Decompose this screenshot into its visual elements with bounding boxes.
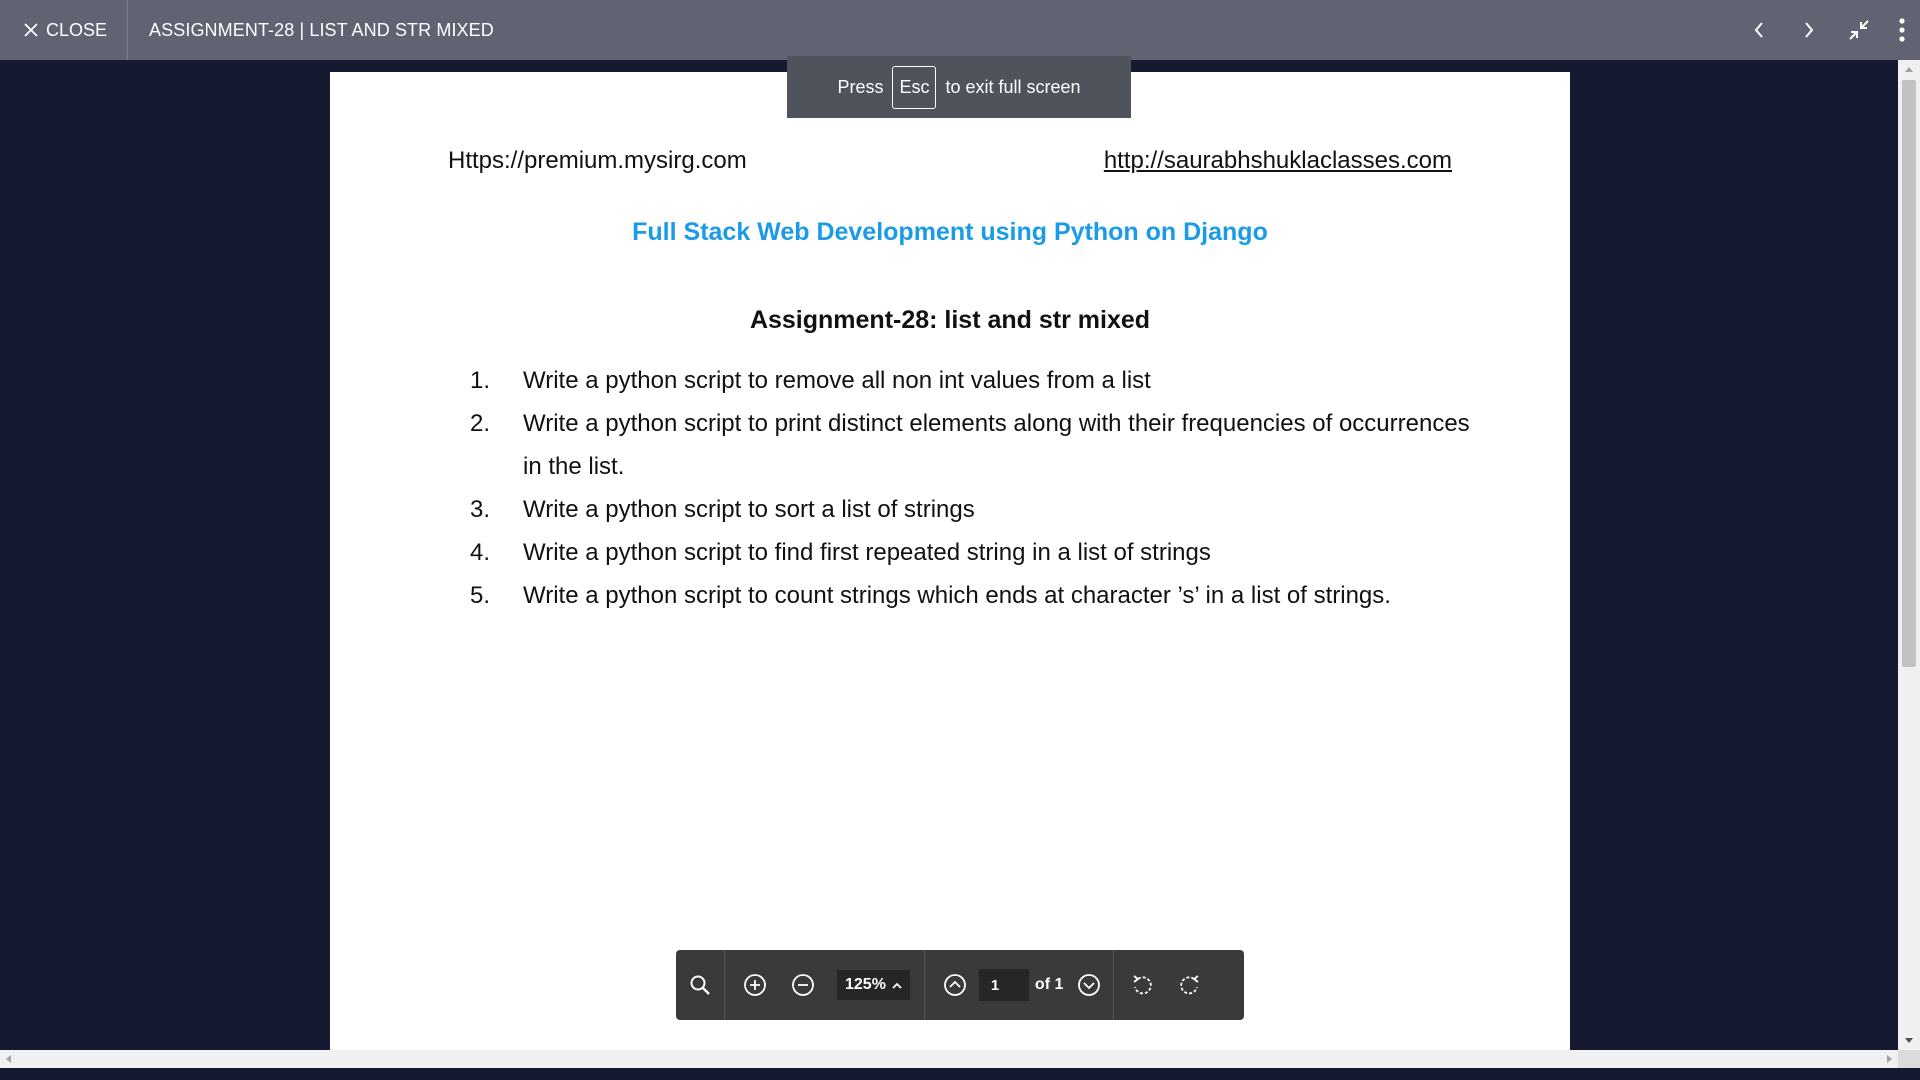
- task-number: 2.: [470, 410, 491, 437]
- zoom-in-icon: [744, 974, 766, 996]
- scroll-down-arrow-icon[interactable]: [1905, 1038, 1913, 1043]
- more-vertical-icon: [1899, 18, 1905, 42]
- task-text: Write a python script to find first repe…: [523, 539, 1211, 566]
- chevron-right-icon: [1805, 22, 1814, 38]
- scroll-left-arrow-icon[interactable]: [6, 1055, 11, 1063]
- toast-suffix: to exit full screen: [945, 76, 1081, 97]
- header-left-url: Https://premium.mysirg.com: [448, 147, 747, 174]
- task-text: Write a python script to remove all non …: [523, 367, 1151, 394]
- task-number: 4.: [470, 539, 491, 566]
- rotate-right-icon: [1180, 975, 1199, 995]
- header-right-link[interactable]: http://saurabhshuklaclasses.com: [1104, 147, 1452, 175]
- scrollbar-corner: [1898, 1050, 1920, 1068]
- chevron-up-icon: [892, 982, 902, 989]
- assignment-title: Assignment-28: list and str mixed: [749, 306, 1151, 334]
- task-text: Write a python script to print distinct …: [523, 410, 1470, 480]
- bottom-strip: [0, 1068, 1920, 1080]
- vertical-scrollbar[interactable]: [1898, 60, 1920, 1050]
- exit-fullscreen-icon: [1849, 20, 1869, 40]
- more-options-button[interactable]: [1884, 0, 1920, 60]
- list-item: 3. Write a python script to sort a list …: [470, 488, 1470, 531]
- task-number: 3.: [470, 496, 491, 523]
- zoom-in-button[interactable]: [731, 950, 779, 1020]
- close-label: CLOSE: [46, 19, 108, 40]
- pdf-toolbar: 125% of 1: [676, 950, 1244, 1020]
- close-icon: [24, 23, 38, 37]
- exit-fullscreen-button[interactable]: [1834, 0, 1884, 60]
- previous-page-button[interactable]: [931, 950, 979, 1020]
- zoom-level-value: 125%: [845, 976, 886, 993]
- rotate-right-button[interactable]: [1166, 950, 1214, 1020]
- task-number: 5.: [470, 582, 491, 609]
- rotate-left-icon: [1133, 975, 1153, 995]
- toast-prefix: Press: [837, 76, 884, 97]
- rotate-left-button[interactable]: [1118, 950, 1166, 1020]
- vertical-scroll-thumb[interactable]: [1902, 80, 1916, 667]
- list-item: 5. Write a python script to count string…: [470, 574, 1470, 617]
- zoom-out-button[interactable]: [779, 950, 827, 1020]
- task-list: 1. Write a python script to remove all n…: [470, 359, 1470, 617]
- list-item: 4. Write a python script to find first r…: [470, 531, 1470, 574]
- previous-button[interactable]: [1734, 0, 1784, 60]
- page-up-icon: [944, 974, 966, 996]
- chevron-left-icon: [1754, 22, 1763, 38]
- close-button[interactable]: CLOSE: [0, 0, 129, 60]
- zoom-level-select[interactable]: 125%: [837, 970, 910, 1000]
- document-title: ASSIGNMENT-28 | LIST AND STR MIXED: [149, 19, 494, 40]
- scroll-right-arrow-icon[interactable]: [1887, 1055, 1892, 1063]
- zoom-out-icon: [792, 974, 814, 996]
- page-total-label: of 1: [1034, 976, 1064, 993]
- search-button[interactable]: [676, 950, 724, 1020]
- course-title: Full Stack Web Development using Python …: [632, 218, 1268, 246]
- scroll-up-arrow-icon[interactable]: [1905, 67, 1913, 72]
- page-down-icon: [1078, 974, 1101, 996]
- fullscreen-toast: Press Esc to exit full screen: [787, 56, 1131, 118]
- list-item: 1. Write a python script to remove all n…: [470, 359, 1470, 402]
- task-number: 1.: [470, 367, 491, 394]
- document-page: Https://premium.mysirg.com http://saurab…: [330, 72, 1570, 1050]
- task-text: Write a python script to count strings w…: [523, 582, 1391, 609]
- page-number-input[interactable]: [978, 969, 1029, 1001]
- list-item: 2. Write a python script to print distin…: [470, 402, 1470, 488]
- next-page-button[interactable]: [1065, 950, 1113, 1020]
- next-button[interactable]: [1784, 0, 1834, 60]
- task-text: Write a python script to sort a list of …: [523, 496, 975, 523]
- esc-key-hint: Esc: [892, 65, 937, 109]
- horizontal-scrollbar[interactable]: [0, 1050, 1898, 1068]
- search-icon: [690, 975, 710, 995]
- viewer-topbar: CLOSE ASSIGNMENT-28 | LIST AND STR MIXED: [0, 0, 1920, 60]
